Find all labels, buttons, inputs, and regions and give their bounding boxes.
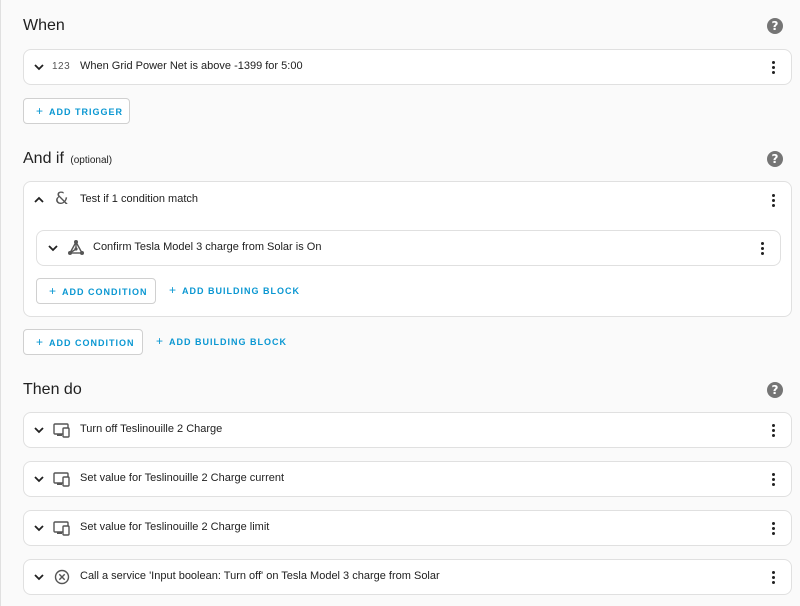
more-vert-icon[interactable] xyxy=(761,242,765,256)
ampersand-icon: & xyxy=(55,189,69,209)
and-if-heading: And if (optional) xyxy=(23,150,112,168)
action-label: Set value for Teslinouille 2 Charge limi… xyxy=(80,521,270,533)
and-if-title: And if xyxy=(23,150,64,167)
action-row[interactable]: Turn off Teslinouille 2 Charge xyxy=(23,412,792,448)
more-vert-icon[interactable] xyxy=(772,571,776,585)
devices-icon xyxy=(53,472,70,487)
close-circle-outline-icon xyxy=(54,569,70,585)
then-do-heading: Then do xyxy=(23,381,82,398)
add-building-block-button-inner[interactable]: + ADD BUILDING BLOCK xyxy=(169,278,300,304)
action-row[interactable]: Call a service 'Input boolean: Turn off'… xyxy=(23,559,792,595)
help-icon[interactable]: ? xyxy=(767,151,783,167)
chevron-down-icon[interactable] xyxy=(47,242,59,254)
add-condition-button-inner[interactable]: + ADD CONDITION xyxy=(36,278,156,304)
more-vert-icon[interactable] xyxy=(772,424,776,438)
action-label: Set value for Teslinouille 2 Charge curr… xyxy=(80,472,285,484)
numeric-123-icon: 123 xyxy=(52,61,71,72)
chevron-down-icon[interactable] xyxy=(33,571,45,583)
condition-label: Confirm Tesla Model 3 charge from Solar … xyxy=(93,241,322,253)
action-row[interactable]: Set value for Teslinouille 2 Charge limi… xyxy=(23,510,792,546)
more-vert-icon[interactable] xyxy=(772,473,776,487)
chevron-down-icon[interactable] xyxy=(33,61,45,73)
devices-icon xyxy=(53,521,70,536)
help-icon[interactable]: ? xyxy=(767,18,783,34)
action-label: Turn off Teslinouille 2 Charge xyxy=(80,423,223,435)
condition-row[interactable]: Confirm Tesla Model 3 charge from Solar … xyxy=(36,230,781,266)
when-heading: When xyxy=(23,17,65,34)
trigger-row[interactable]: 123 When Grid Power Net is above -1399 f… xyxy=(23,49,792,85)
optional-label: (optional) xyxy=(70,155,113,166)
devices-icon xyxy=(53,423,70,438)
more-vert-icon[interactable] xyxy=(772,61,776,75)
more-vert-icon[interactable] xyxy=(772,194,776,208)
chevron-down-icon[interactable] xyxy=(33,473,45,485)
add-condition-button[interactable]: + ADD CONDITION xyxy=(23,329,143,355)
chevron-up-icon[interactable] xyxy=(33,194,45,206)
add-trigger-button[interactable]: + ADD TRIGGER xyxy=(23,98,130,124)
home-assistant-network-icon xyxy=(68,240,84,255)
action-row[interactable]: Set value for Teslinouille 2 Charge curr… xyxy=(23,461,792,497)
action-label: Call a service 'Input boolean: Turn off'… xyxy=(80,570,440,582)
add-building-block-button[interactable]: + ADD BUILDING BLOCK xyxy=(156,329,287,355)
help-icon[interactable]: ? xyxy=(767,382,783,398)
chevron-down-icon[interactable] xyxy=(33,424,45,436)
more-vert-icon[interactable] xyxy=(772,522,776,536)
chevron-down-icon[interactable] xyxy=(33,522,45,534)
automation-editor: When ? 123 When Grid Power Net is above … xyxy=(0,0,800,606)
condition-group-card: & Test if 1 condition match Confirm Tesl… xyxy=(23,181,792,317)
condition-group-label: Test if 1 condition match xyxy=(80,193,199,205)
trigger-label: When Grid Power Net is above -1399 for 5… xyxy=(80,60,303,72)
